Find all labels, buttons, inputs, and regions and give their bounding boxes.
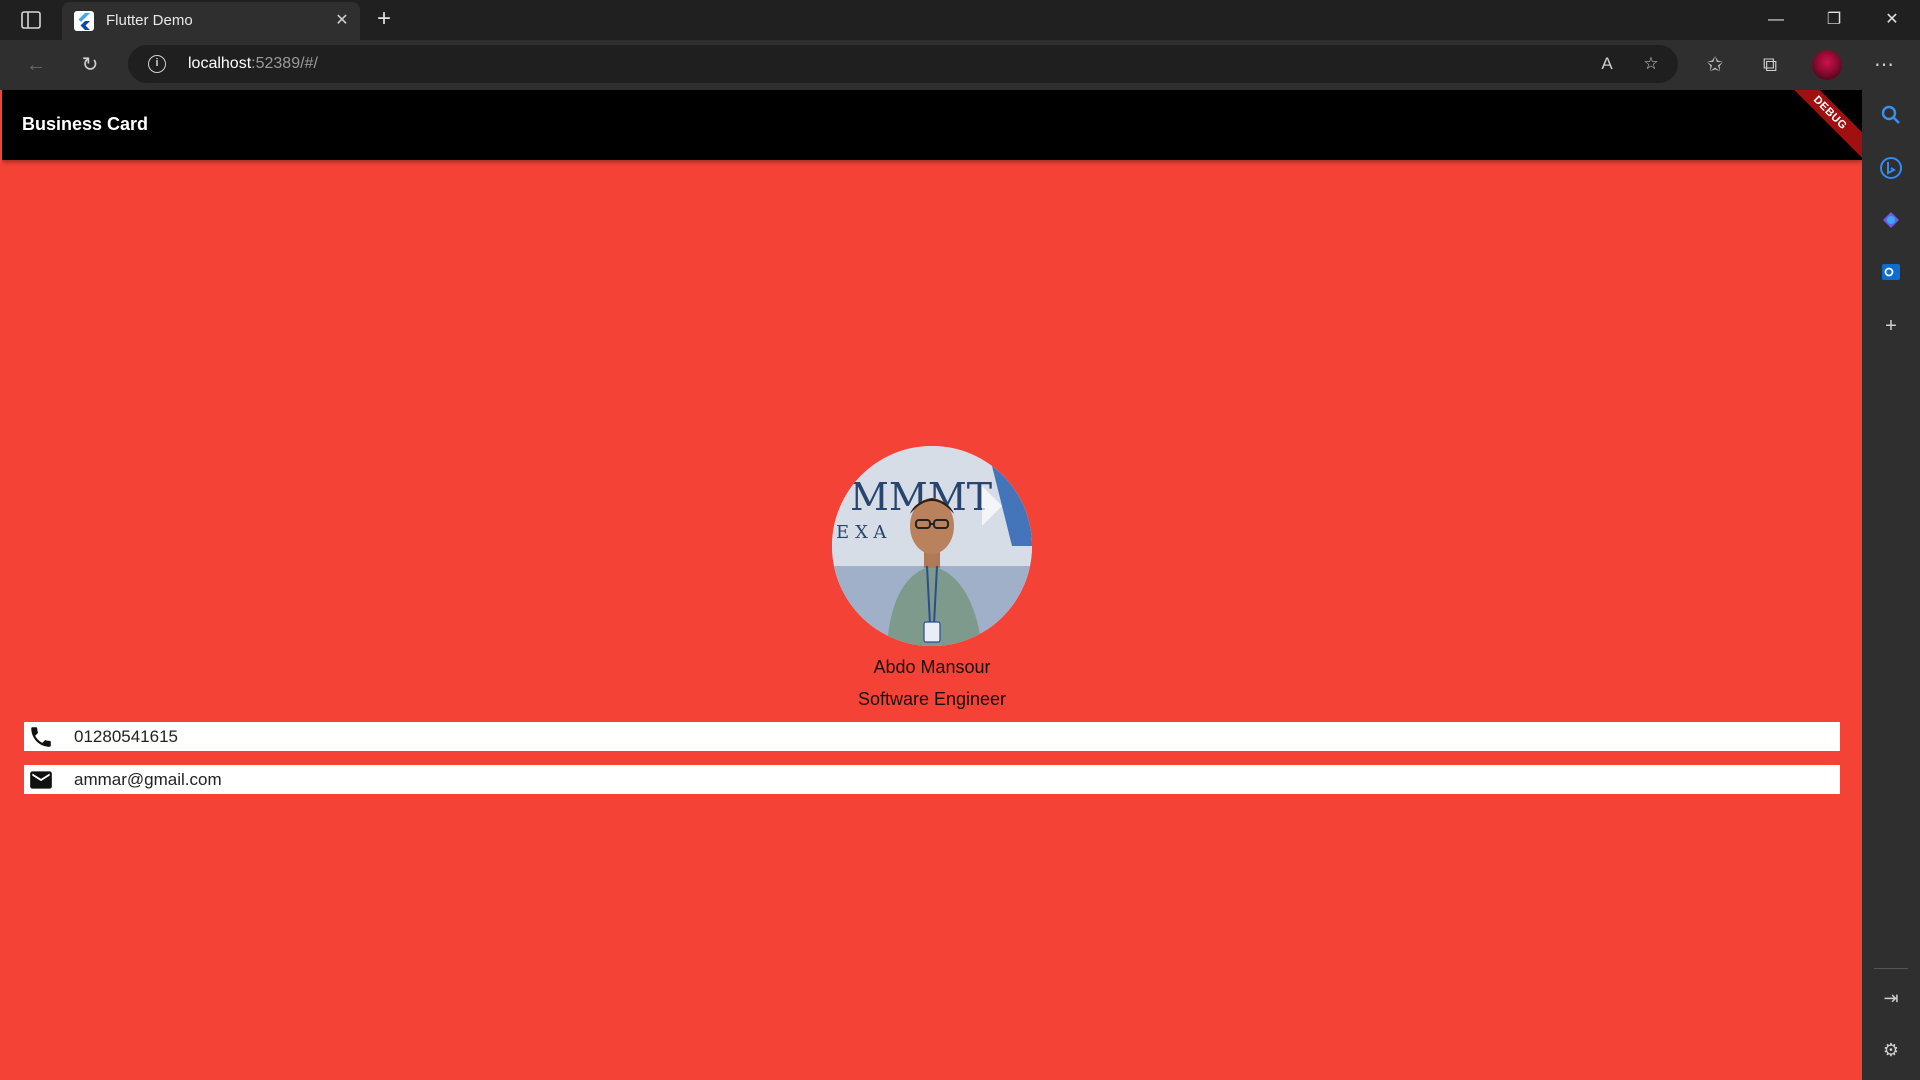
browser-tab[interactable]: Flutter Demo ✕ — [62, 2, 360, 40]
site-info-icon[interactable]: i — [148, 55, 166, 73]
tab-title: Flutter Demo — [106, 12, 193, 29]
collections-icon[interactable]: ⧉ — [1752, 47, 1788, 83]
person-job-title: Software Engineer — [857, 689, 1007, 709]
sidebar-divider — [1874, 968, 1908, 969]
mail-icon — [28, 767, 54, 793]
debug-banner: DEBUG — [1781, 90, 1862, 162]
phone-number: 01280541615 — [74, 727, 179, 746]
flutter-favicon-icon — [74, 11, 94, 31]
favorites-icon[interactable]: ✩ — [1697, 47, 1733, 83]
copilot-icon[interactable] — [1877, 208, 1905, 236]
address-text[interactable]: localhost:52389/#/ — [188, 55, 318, 73]
bing-chat-icon[interactable] — [1877, 156, 1905, 184]
profile-avatar-icon[interactable] — [1812, 50, 1842, 80]
app-bar: Business Card DEBUG — [2, 90, 1862, 162]
close-window-icon[interactable]: ✕ — [1864, 0, 1920, 40]
email-address: ammar@gmail.com — [74, 770, 222, 789]
browser-toolbar: ← ↻ i localhost:52389/#/ A ☆ ✩ ⧉ ⋯ — [0, 40, 1920, 90]
new-tab-icon[interactable]: + — [372, 7, 396, 32]
email-card[interactable]: ammar@gmail.com — [24, 765, 1840, 794]
phone-card[interactable]: 01280541615 — [24, 722, 1840, 751]
more-icon[interactable]: ⋯ — [1866, 47, 1902, 83]
person-name: Abdo Mansour — [873, 657, 991, 677]
refresh-icon[interactable]: ↻ — [72, 47, 108, 83]
browser-titlebar: Flutter Demo ✕ + — ❐ ✕ — [0, 0, 1920, 40]
flutter-app: Business Card DEBUG MMMT EXA Abdo Mansou… — [2, 90, 1862, 1080]
minimize-icon[interactable]: — — [1748, 0, 1804, 40]
sidebar-settings-icon[interactable]: ⚙ — [1877, 1036, 1905, 1064]
tab-actions-icon[interactable] — [20, 10, 42, 30]
outlook-icon[interactable] — [1877, 260, 1905, 288]
back-icon[interactable]: ← — [18, 47, 54, 83]
search-icon[interactable] — [1877, 104, 1905, 132]
phone-icon — [28, 724, 54, 750]
add-sidebar-app-icon[interactable]: + — [1877, 312, 1905, 340]
restore-icon[interactable]: ❐ — [1806, 0, 1862, 40]
address-bar[interactable]: i localhost:52389/#/ A ☆ — [128, 45, 1678, 83]
add-favorite-icon[interactable]: ☆ — [1634, 47, 1668, 81]
tab-close-icon[interactable]: ✕ — [332, 11, 352, 31]
svg-text:EXA: EXA — [836, 522, 892, 543]
read-aloud-icon[interactable]: A — [1590, 47, 1624, 81]
hide-sidebar-icon[interactable]: ⇥ — [1877, 984, 1905, 1012]
profile-photo: MMMT EXA — [832, 446, 1032, 646]
app-bar-title: Business Card — [22, 114, 149, 134]
edge-sidebar: + ⇥ ⚙ — [1862, 90, 1920, 1080]
